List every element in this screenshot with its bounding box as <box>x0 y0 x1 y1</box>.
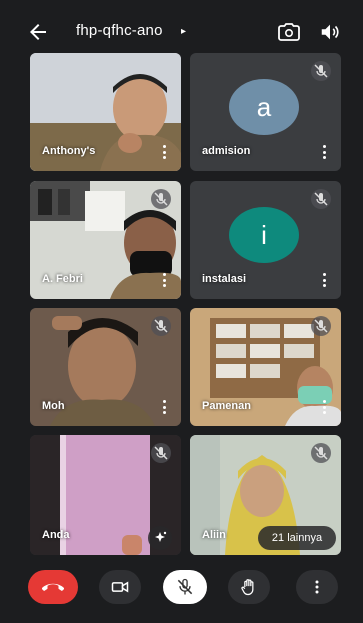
participant-tile[interactable]: A. Febri <box>30 181 181 299</box>
participant-name: Moh <box>42 400 65 412</box>
camera-icon <box>111 581 129 593</box>
participant-name: A. Febri <box>42 273 83 285</box>
end-call-icon <box>42 583 64 591</box>
mic-off-icon <box>177 578 193 595</box>
more-options-icon[interactable] <box>163 273 167 287</box>
more-participants-button[interactable]: 21 lainnya <box>258 526 336 550</box>
more-options-icon[interactable] <box>163 145 167 159</box>
more-options-icon[interactable] <box>323 145 327 159</box>
mic-off-icon <box>311 61 331 81</box>
avatar: a <box>229 79 299 135</box>
meeting-info-caret-icon[interactable]: ▸ <box>181 26 186 37</box>
end-call-button[interactable] <box>28 570 78 604</box>
mic-off-icon <box>311 189 331 209</box>
mic-off-icon <box>151 189 171 209</box>
mic-off-icon <box>311 316 331 336</box>
participant-tile[interactable]: a admision <box>190 53 341 171</box>
participant-tile[interactable]: Moh <box>30 308 181 426</box>
meeting-code[interactable]: fhp-qfhc-ano <box>76 22 163 39</box>
speaker-icon[interactable] <box>319 21 341 43</box>
raise-hand-icon <box>241 579 254 596</box>
more-options-icon[interactable] <box>163 400 167 414</box>
camera-button[interactable] <box>99 570 141 604</box>
participant-name: instalasi <box>202 273 247 285</box>
more-options-icon[interactable] <box>323 400 327 414</box>
raise-hand-button[interactable] <box>228 570 270 604</box>
more-options-button[interactable] <box>296 570 338 604</box>
switch-camera-icon[interactable] <box>277 20 301 44</box>
participant-name: Pamenan <box>202 400 251 412</box>
participant-name: Anda <box>42 529 70 541</box>
microphone-button[interactable] <box>163 570 207 604</box>
visual-effects-icon[interactable] <box>148 526 172 550</box>
participant-tile[interactable]: i instalasi <box>190 181 341 299</box>
call-controls <box>0 560 363 623</box>
mic-off-icon <box>311 443 331 463</box>
back-arrow-icon[interactable] <box>26 20 50 44</box>
participant-tile[interactable]: Anthony's <box>30 53 181 171</box>
participant-name: admision <box>202 145 251 157</box>
participant-name: Aliin <box>202 529 226 541</box>
more-options-icon[interactable] <box>323 273 327 287</box>
mic-off-icon <box>151 316 171 336</box>
participant-tile[interactable]: Pamenan <box>190 308 341 426</box>
avatar: i <box>229 207 299 263</box>
more-options-icon <box>315 580 319 594</box>
participant-name: Anthony's <box>42 145 96 157</box>
mic-off-icon <box>151 443 171 463</box>
